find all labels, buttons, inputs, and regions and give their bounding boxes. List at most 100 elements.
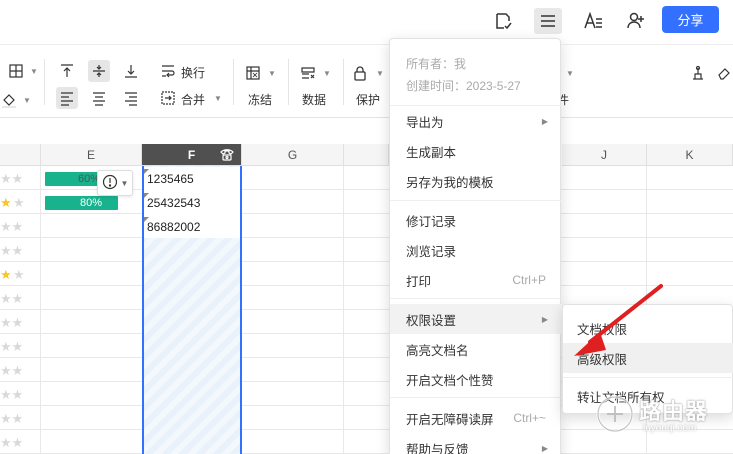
menu-item-label: 导出为 [406,115,444,130]
menu-item-label: 修订记录 [406,214,457,229]
align-left-icon[interactable] [56,87,78,109]
menu-item-revision-history[interactable]: 修订记录 [390,205,562,235]
menu-item-label: 另存为我的模板 [406,175,494,190]
star-icon[interactable]: ★★ [0,436,23,449]
border-dropdown-icon[interactable]: ▼ [30,67,38,76]
toolbar-divider [288,59,289,105]
cell-f1[interactable]: 1235465 [147,172,194,186]
star-icon[interactable]: ★★ [0,220,23,233]
paint-format-icon[interactable] [687,62,709,84]
column-divider [40,166,41,454]
warning-badge[interactable]: ▼ [97,170,133,196]
menu-item-print[interactable]: 打印 Ctrl+P [390,265,562,295]
progress-label: 80% [80,197,103,209]
cell-f3[interactable]: 86882002 [147,220,200,234]
toolbar: ▼ ▼ 换行 合并 ▼ ▼ 冻结 ▼ 数据 ▼ 保护 ▼ 件 [0,44,733,118]
menu-item-enable-likes[interactable]: 开启文档个性赞 [390,364,562,394]
text-style-icon[interactable] [579,8,607,34]
star-icon[interactable]: ★★ [0,412,23,425]
table-row [0,214,733,238]
star-icon[interactable]: ★ [13,268,25,281]
freeze-label[interactable]: 冻结 [248,91,272,108]
menu-item-make-copy[interactable]: 生成副本 [390,136,562,166]
wrap-text-label[interactable]: 换行 [181,64,205,81]
menu-item-label: 打印 [406,274,432,289]
warning-icon [102,174,118,193]
align-right-icon[interactable] [120,87,142,109]
star-icon[interactable]: ★★ [0,172,23,185]
menu-item-label: 生成副本 [406,145,457,160]
menu-icon[interactable] [534,8,562,34]
menu-item-label: 帮助与反馈 [406,442,469,454]
table-row [0,238,733,262]
column-header-f[interactable]: F [142,144,242,166]
menu-item-view-history[interactable]: 浏览记录 [390,235,562,265]
menu-item-highlight-name[interactable]: 高亮文档名 [390,334,562,364]
menu-item-label: 权限设置 [406,313,457,328]
wrap-text-icon[interactable] [157,60,179,82]
created-info: 创建时间：2023-5-27 [406,79,521,93]
menu-item-permission-settings[interactable]: 权限设置 ▶ [390,304,562,334]
document-check-icon[interactable] [489,8,517,34]
warning-dropdown-icon: ▼ [120,178,129,188]
cell-f2[interactable]: 25432543 [147,196,200,210]
menu-item-label: 开启文档个性赞 [406,373,494,388]
column-header-h[interactable] [344,144,389,166]
shortcut-label: Ctrl+~ [513,411,546,425]
freeze-icon[interactable] [242,62,264,84]
align-bottom-icon[interactable] [120,60,142,82]
column-header-k[interactable]: K [647,144,733,166]
menu-item-save-as-template[interactable]: 另存为我的模板 [390,166,562,196]
column-header-g[interactable]: G [242,144,344,166]
data-icon[interactable] [297,62,319,84]
router-logo-icon [596,395,634,433]
menu-divider [563,377,733,378]
data-label[interactable]: 数据 [302,91,326,108]
share-button[interactable]: 分享 [662,6,719,33]
more-menu: 所有者：我 创建时间：2023-5-27 导出为 ▶ 生成副本 另存为我的模板 … [389,38,562,454]
fill-color-icon[interactable] [0,89,20,111]
star-icon[interactable]: ★★ [0,340,23,353]
menu-divider [390,200,562,201]
menu-item-screen-reader[interactable]: 开启无障碍读屏 Ctrl+~ [390,403,562,433]
star-filled-icon[interactable]: ★ [0,196,12,209]
merge-cells-label[interactable]: 合并 [181,91,205,108]
phone-icon [219,147,235,164]
column-header-d[interactable] [0,144,41,166]
border-icon[interactable] [5,60,27,82]
star-icon[interactable]: ★★ [0,292,23,305]
add-user-icon[interactable] [622,8,650,34]
annotation-arrow-icon [574,284,663,356]
align-middle-icon[interactable] [88,60,110,82]
star-filled-icon[interactable]: ★ [0,268,12,281]
column-divider [343,166,344,454]
data-dropdown-icon[interactable]: ▼ [323,69,331,78]
shortcut-label: Ctrl+P [512,273,546,287]
protect-label[interactable]: 保护 [356,91,380,108]
column-header-e[interactable]: E [41,144,142,166]
merge-cells-icon[interactable] [157,87,179,109]
watermark-subtext: luyouqi.com [643,423,697,434]
star-icon[interactable]: ★ [13,196,25,209]
star-icon[interactable]: ★★ [0,388,23,401]
freeze-dropdown-icon[interactable]: ▼ [268,69,276,78]
star-icon[interactable]: ★★ [0,364,23,377]
hidden-dropdown-icon[interactable]: ▼ [566,69,574,78]
align-center-icon[interactable] [88,87,110,109]
toolbar-divider [233,59,234,105]
star-icon[interactable]: ★★ [0,316,23,329]
align-top-icon[interactable] [56,60,78,82]
star-icon[interactable]: ★★ [0,244,23,257]
clear-format-icon[interactable] [714,62,733,84]
menu-divider [390,298,562,299]
lock-icon[interactable] [349,62,371,84]
fill-dropdown-icon[interactable]: ▼ [23,96,31,105]
menu-item-export[interactable]: 导出为 ▶ [390,106,562,136]
menu-item-help-feedback[interactable]: 帮助与反馈 ▶ [390,433,562,454]
menu-item-label: 高亮文档名 [406,343,469,358]
protect-dropdown-icon[interactable]: ▼ [376,69,384,78]
menu-item-label: 开启无障碍读屏 [406,412,494,427]
merge-dropdown-icon[interactable]: ▼ [214,94,222,103]
column-header-j[interactable]: J [562,144,647,166]
toolbar-divider [343,59,344,105]
